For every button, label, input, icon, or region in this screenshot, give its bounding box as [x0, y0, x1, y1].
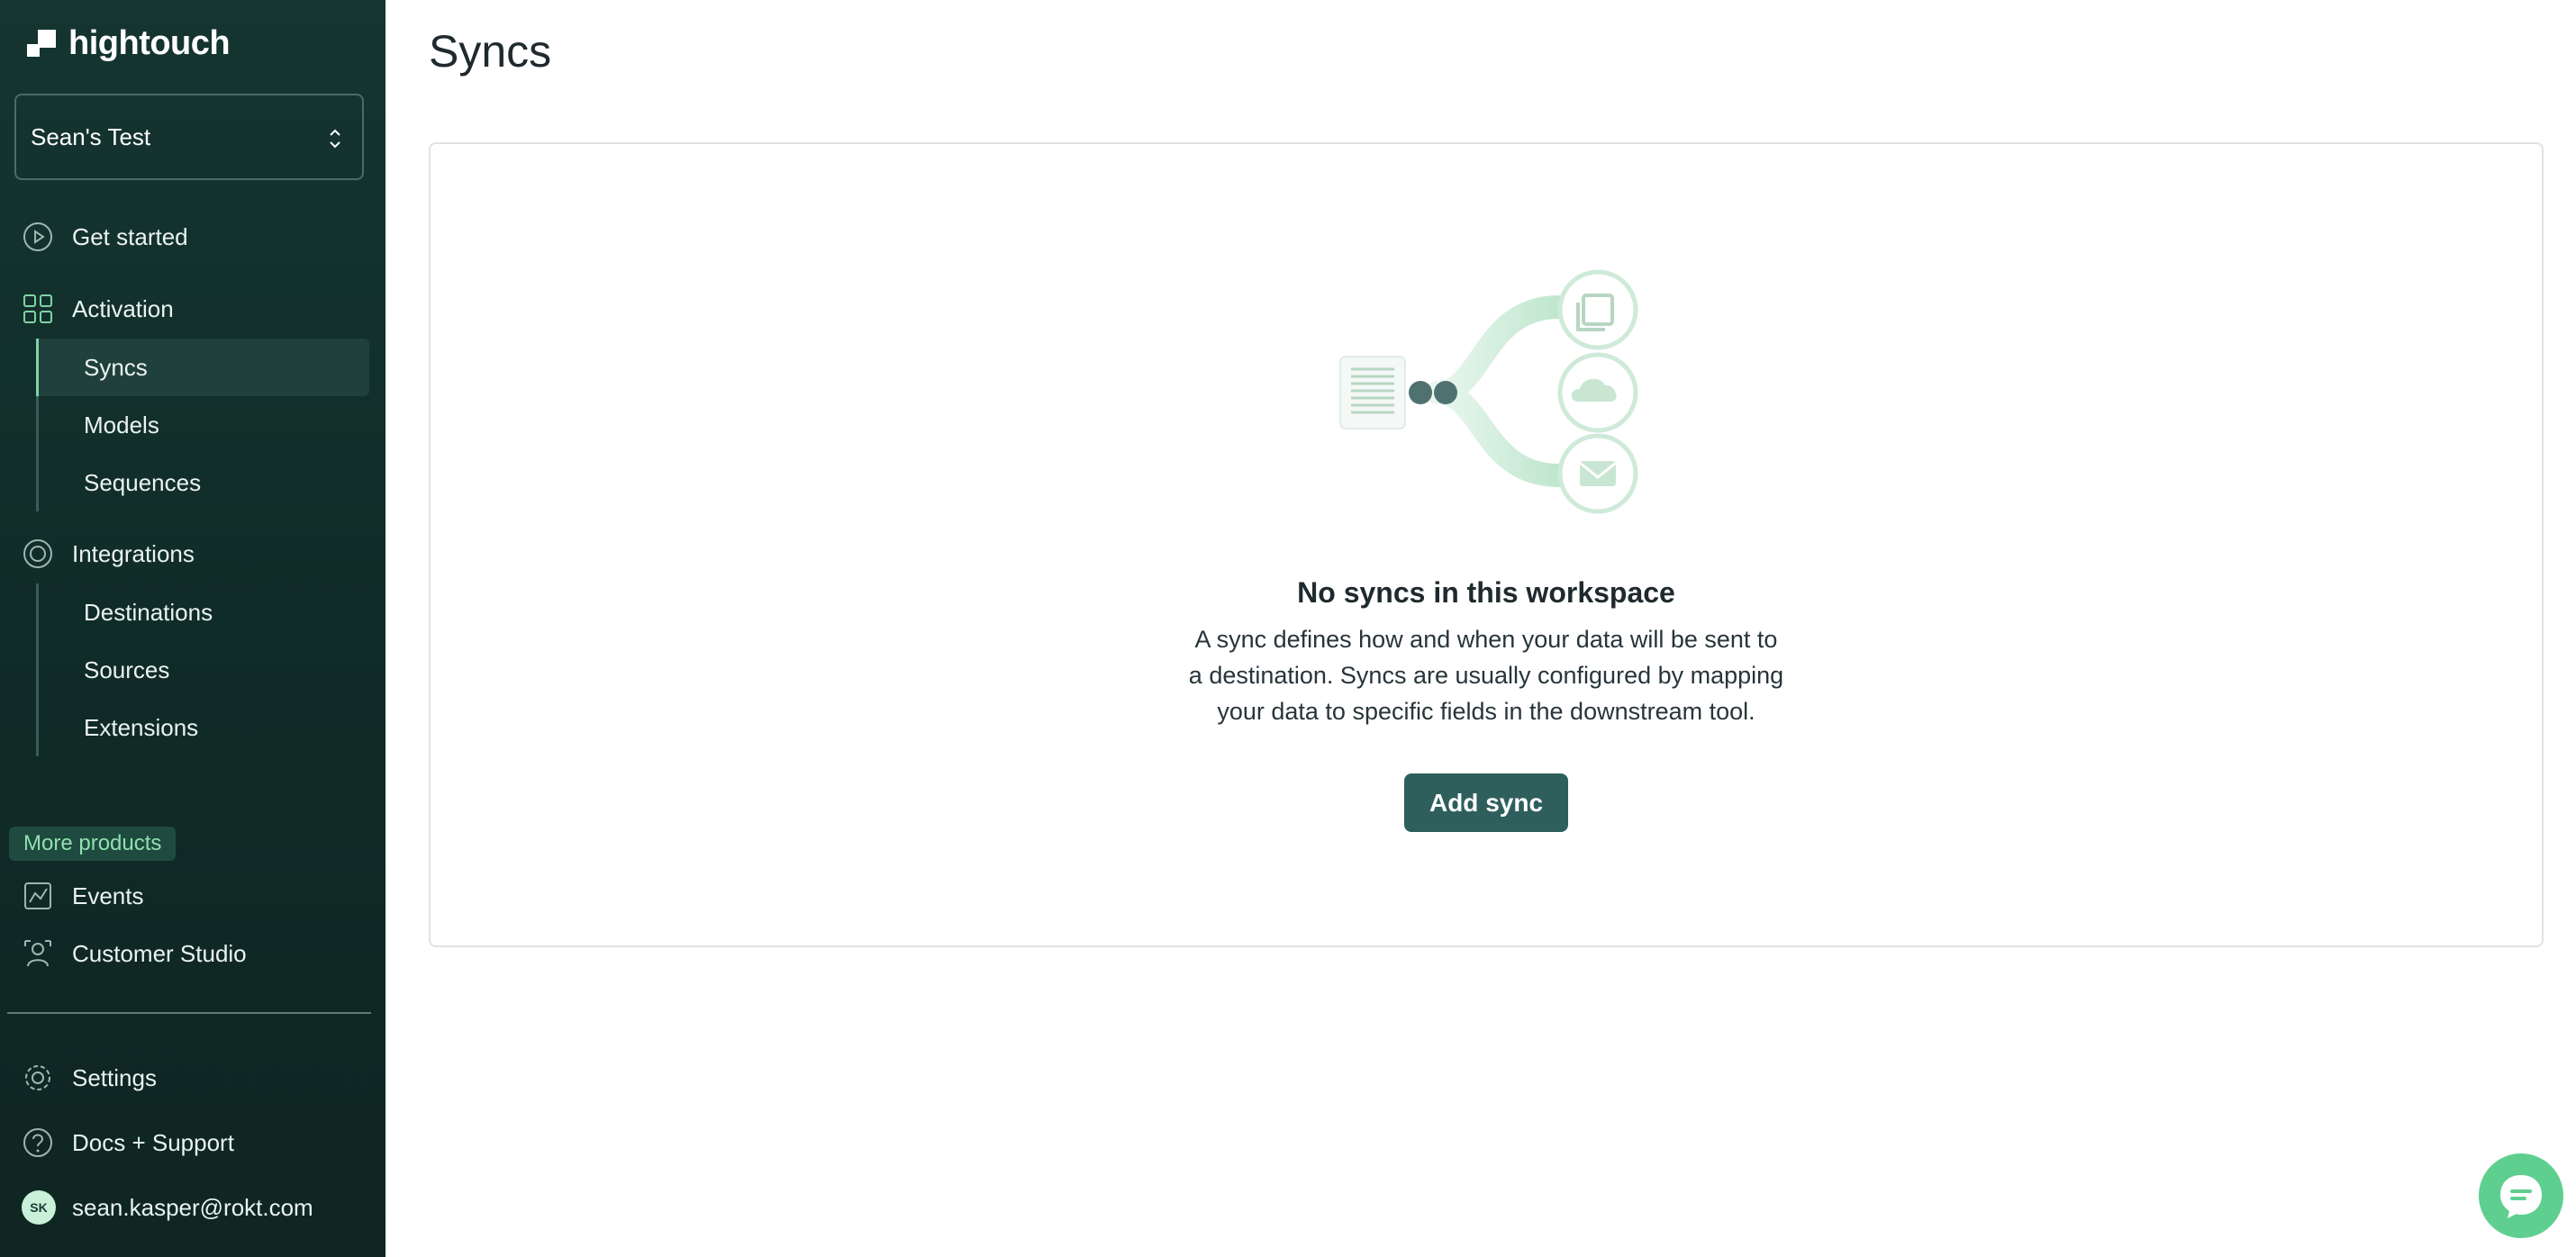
workspace-selector[interactable]: Sean's Test	[14, 94, 364, 180]
sidebar-item-syncs[interactable]: Syncs	[36, 339, 369, 396]
sidebar-item-label: Destinations	[84, 598, 213, 626]
avatar: SK	[22, 1190, 56, 1225]
sidebar-item-sequences[interactable]: Sequences	[36, 454, 369, 511]
gear-icon	[22, 1062, 54, 1094]
nav-get-started-label: Get started	[72, 222, 188, 250]
nav-customer-studio[interactable]: Customer Studio	[22, 929, 371, 978]
sidebar-item-label: Syncs	[84, 353, 148, 381]
nav-events[interactable]: Events	[22, 872, 371, 920]
nav-events-label: Events	[72, 882, 144, 909]
hightouch-logo[interactable]: hightouch	[27, 23, 231, 63]
nav-customer-studio-label: Customer Studio	[72, 939, 247, 967]
empty-state-description-line: A sync defines how and when your data wi…	[1194, 626, 1778, 653]
chat-support-button[interactable]	[2479, 1153, 2563, 1238]
events-icon	[22, 880, 54, 912]
empty-state-description: A sync defines how and when your data wi…	[1162, 621, 1810, 729]
integrations-subnav: Destinations Sources Extensions	[36, 583, 369, 756]
sidebar-item-label: Models	[84, 411, 159, 439]
user-email: sean.kasper@rokt.com	[72, 1193, 313, 1221]
sidebar-item-models[interactable]: Models	[36, 396, 369, 454]
empty-state-description-line: a destination. Syncs are usually configu…	[1188, 662, 1784, 689]
nav-docs-support-label: Docs + Support	[72, 1128, 234, 1156]
empty-state-title: No syncs in this workspace	[1297, 576, 1675, 609]
integrations-icon	[22, 538, 54, 570]
more-products-badge: More products	[9, 827, 177, 861]
empty-state-description-line: your data to specific fields in the down…	[1217, 698, 1755, 725]
play-circle-icon	[22, 221, 54, 253]
nav-integrations[interactable]: Integrations	[22, 529, 371, 578]
logo-mark-icon	[27, 28, 58, 59]
sidebar-divider	[7, 1012, 371, 1014]
activation-subnav: Syncs Models Sequences	[36, 339, 369, 511]
nav-get-started[interactable]: Get started	[22, 213, 371, 261]
chat-bubble-icon	[2500, 1175, 2542, 1218]
logo-text: hightouch	[68, 23, 231, 62]
sidebar-item-extensions[interactable]: Extensions	[36, 699, 369, 756]
user-menu[interactable]: SK sean.kasper@rokt.com	[22, 1183, 371, 1232]
page-title: Syncs	[429, 26, 552, 77]
sidebar-item-label: Sources	[84, 656, 170, 683]
sidebar: hightouch Sean's Test Get started Activa…	[0, 0, 385, 1257]
nav-settings[interactable]: Settings	[22, 1054, 371, 1102]
chevron-up-down-icon	[330, 129, 340, 149]
sidebar-item-label: Sequences	[84, 468, 202, 496]
workspace-name: Sean's Test	[31, 122, 151, 150]
nav-activation[interactable]: Activation	[22, 285, 371, 333]
nav-settings-label: Settings	[72, 1063, 157, 1091]
sidebar-item-label: Extensions	[84, 713, 199, 741]
nav-docs-support[interactable]: Docs + Support	[22, 1118, 371, 1167]
nav-activation-label: Activation	[72, 294, 174, 322]
sidebar-item-destinations[interactable]: Destinations	[36, 583, 369, 641]
nav-integrations-label: Integrations	[72, 539, 195, 567]
sync-illustration-icon	[1339, 269, 1638, 514]
customer-studio-icon	[22, 937, 54, 970]
help-circle-icon	[22, 1126, 54, 1159]
add-sync-button[interactable]: Add sync	[1404, 773, 1568, 832]
sidebar-item-sources[interactable]: Sources	[36, 641, 369, 699]
grid-icon	[22, 293, 54, 325]
